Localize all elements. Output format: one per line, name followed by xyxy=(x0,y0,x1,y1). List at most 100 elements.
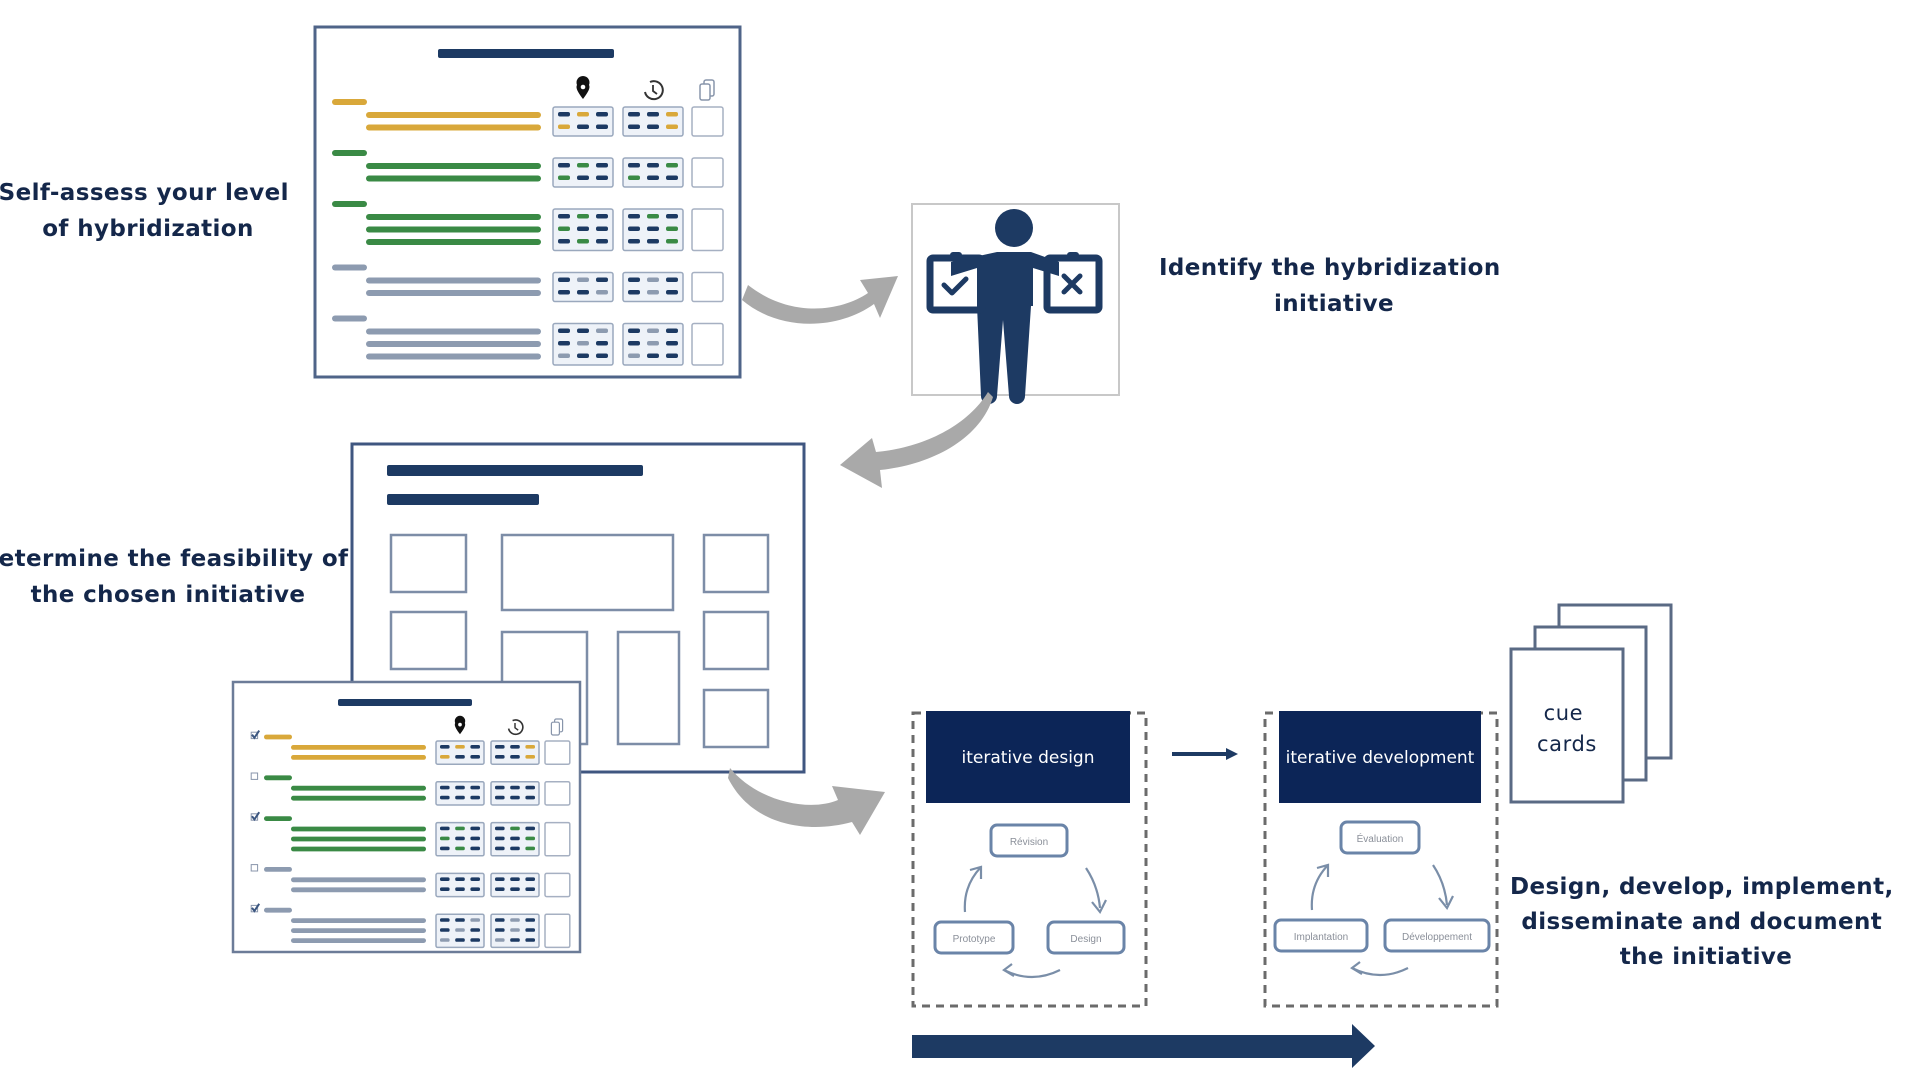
rating-cell xyxy=(666,290,678,295)
criteria-line xyxy=(291,846,426,852)
rating-cell xyxy=(495,887,505,891)
criteria-line xyxy=(366,226,541,233)
rating-cell xyxy=(577,163,589,168)
criteria-label-bar xyxy=(264,867,292,872)
rating-cell xyxy=(510,928,520,932)
rating-cell xyxy=(495,826,505,831)
step-self-assess-label: Self-assess your level of hybridization xyxy=(0,180,297,242)
criteria-line xyxy=(291,887,426,893)
rating-cell xyxy=(440,826,450,831)
rating-grid xyxy=(622,157,684,188)
rating-cell xyxy=(470,846,480,851)
rating-cell xyxy=(470,826,480,831)
rating-cell xyxy=(596,124,608,129)
rating-grid xyxy=(435,913,485,949)
rating-cell xyxy=(596,214,608,219)
rating-cell xyxy=(628,328,640,333)
rating-cell xyxy=(525,877,535,881)
notes-box xyxy=(544,821,571,857)
identify-initiative-card xyxy=(911,203,1120,404)
criteria-line xyxy=(291,826,426,832)
rating-cell xyxy=(647,163,659,168)
rating-grid xyxy=(490,821,540,857)
rating-cell xyxy=(558,163,570,168)
rating-cell xyxy=(577,175,589,180)
rating-cell xyxy=(525,938,535,942)
notes-box xyxy=(544,872,571,898)
criteria-line xyxy=(291,877,426,883)
flow-arrow-3 xyxy=(728,768,885,835)
hybridization-process-diagram: Self-assess your level of hybridization … xyxy=(0,25,1893,1068)
rating-cell xyxy=(647,112,659,117)
rating-cell xyxy=(510,745,520,749)
rating-cell xyxy=(495,785,505,790)
rating-cell xyxy=(525,745,535,749)
step-feasibility-label: Determine the feasibility of the chosen … xyxy=(0,546,357,608)
rating-cell xyxy=(558,226,570,231)
rating-cell xyxy=(647,124,659,129)
criteria-line xyxy=(291,755,426,760)
criteria-line xyxy=(366,277,541,284)
rating-cell xyxy=(510,877,520,881)
rating-cell xyxy=(525,755,535,759)
rating-cell xyxy=(510,938,520,942)
rating-cell xyxy=(510,836,520,841)
rating-cell xyxy=(470,938,480,942)
criteria-line xyxy=(366,163,541,169)
rating-cell xyxy=(455,938,465,942)
rating-cell xyxy=(495,928,505,932)
criteria-line xyxy=(291,918,426,923)
rating-cell xyxy=(558,112,570,117)
criteria-label-bar xyxy=(332,315,367,322)
rating-cell xyxy=(596,175,608,180)
rating-cell xyxy=(596,226,608,231)
rating-grid xyxy=(435,872,485,898)
rating-cell xyxy=(440,938,450,942)
rating-cell xyxy=(510,887,520,891)
rating-cell xyxy=(558,175,570,180)
criteria-label-bar xyxy=(264,816,292,821)
rating-cell xyxy=(628,163,640,168)
rating-cell xyxy=(495,938,505,942)
rating-cell xyxy=(470,745,480,749)
rating-cell xyxy=(596,239,608,244)
rating-cell xyxy=(525,846,535,851)
rating-cell xyxy=(470,887,480,891)
criteria-line xyxy=(366,175,541,182)
rating-cell xyxy=(495,846,505,851)
rating-grid xyxy=(622,208,684,252)
timeline-arrow xyxy=(912,1024,1375,1068)
assessment-form-illustration xyxy=(313,25,742,379)
rating-cell xyxy=(558,328,570,333)
cycle-node: Prototype xyxy=(953,934,996,945)
criteria-label-bar xyxy=(264,775,292,781)
rating-grid xyxy=(435,821,485,857)
cycle-node: Évaluation xyxy=(1357,832,1404,845)
rating-cell xyxy=(647,277,659,282)
rating-grid xyxy=(622,322,684,366)
rating-grid xyxy=(435,740,485,765)
rating-cell xyxy=(577,239,589,244)
rating-grid xyxy=(490,781,540,806)
criteria-line xyxy=(291,785,426,791)
rating-cell xyxy=(628,277,640,282)
rating-cell xyxy=(510,846,520,851)
rating-cell xyxy=(628,112,640,117)
phase-iterative-design: iterative design Révision Design Prototy… xyxy=(911,711,1148,1008)
form-title-bar xyxy=(438,49,614,58)
rating-cell xyxy=(455,846,465,851)
rating-cell xyxy=(440,877,450,881)
rating-cell xyxy=(525,785,535,790)
rating-cell xyxy=(558,239,570,244)
rating-cell xyxy=(647,226,659,231)
rating-cell xyxy=(577,277,589,282)
rating-cell xyxy=(440,745,450,749)
rating-cell xyxy=(495,918,505,922)
criteria-line xyxy=(366,290,541,296)
rating-cell xyxy=(525,928,535,932)
rating-cell xyxy=(666,124,678,129)
notes-box xyxy=(691,157,724,188)
rating-cell xyxy=(455,785,465,790)
rating-cell xyxy=(470,877,480,881)
rating-grid xyxy=(490,872,540,898)
